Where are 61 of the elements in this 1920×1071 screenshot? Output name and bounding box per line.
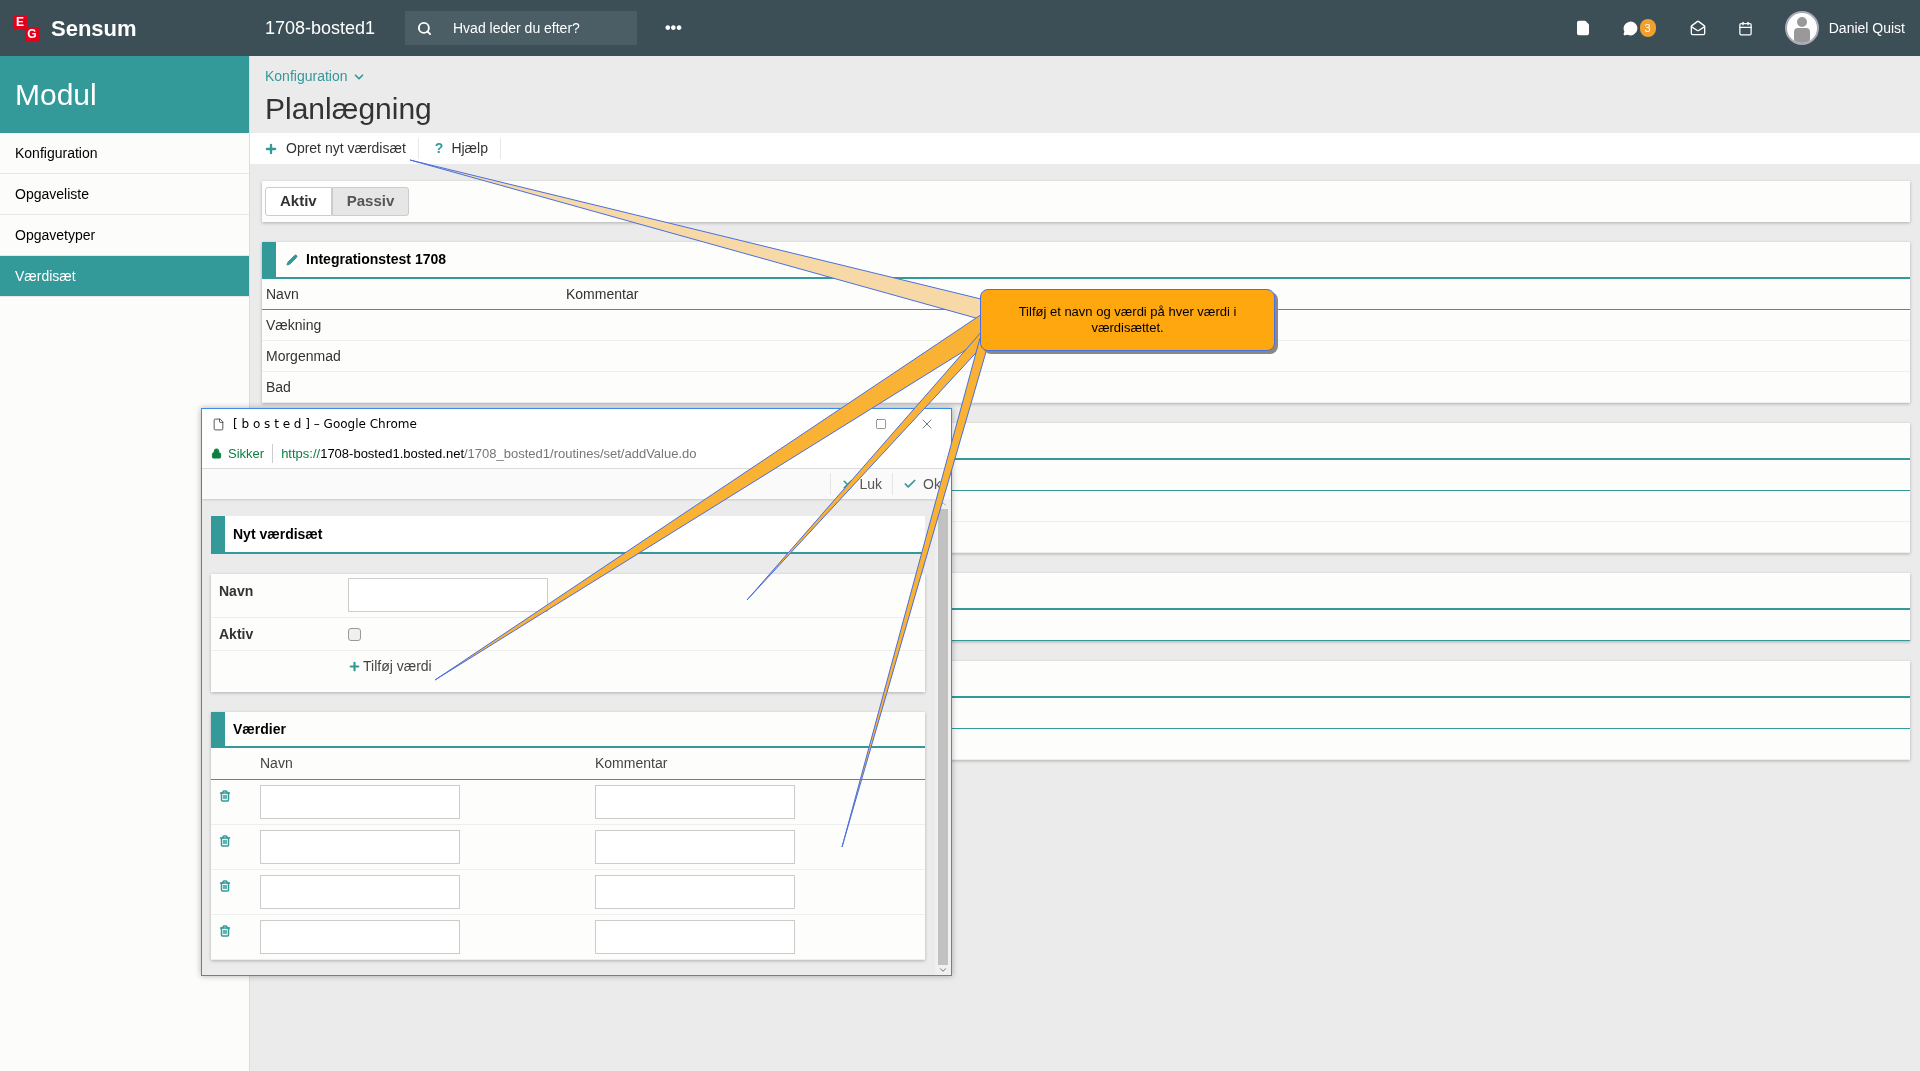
column-header: Navn bbox=[266, 284, 300, 304]
plus-icon bbox=[348, 660, 361, 673]
name-input[interactable] bbox=[348, 578, 548, 612]
search-field[interactable]: Hvad leder du efter? bbox=[405, 11, 637, 45]
callout: Tilføj et navn og værdi på hver værdi i værdisættet. bbox=[980, 289, 1275, 351]
site-name: 1708-bosted1 bbox=[265, 16, 377, 40]
chat-icon bbox=[1622, 20, 1638, 36]
trash-icon[interactable] bbox=[219, 790, 231, 802]
panel-title: Integrationstest 1708 bbox=[306, 250, 447, 269]
trash-icon[interactable] bbox=[219, 835, 231, 847]
user-name[interactable]: Daniel Quist bbox=[1828, 17, 1905, 39]
url-text: https://1708-bosted1.bosted.net/1708_bosted1/routines/set/addValue.do bbox=[281, 444, 697, 463]
edit-icon[interactable] bbox=[286, 253, 298, 266]
value-comment-input[interactable] bbox=[595, 830, 795, 864]
column-header: Navn bbox=[260, 754, 294, 773]
create-button[interactable]: Opret nyt værdisæt bbox=[262, 138, 419, 159]
sidebar-item[interactable]: Opgaveliste bbox=[0, 174, 249, 215]
chat-badge: 3 bbox=[1639, 19, 1656, 37]
tab[interactable]: Aktiv bbox=[265, 187, 332, 216]
mail-icon[interactable] bbox=[1689, 20, 1706, 36]
address-bar[interactable]: Sikker https://1708-bosted1.bosted.net/1708_bosted1/routines/set/addValue.do bbox=[202, 439, 951, 469]
calendar-icon[interactable] bbox=[1737, 20, 1753, 36]
active-checkbox[interactable] bbox=[348, 627, 361, 641]
scroll-down-icon[interactable] bbox=[938, 965, 948, 975]
plus-icon bbox=[264, 141, 278, 156]
value-name-input[interactable] bbox=[260, 920, 460, 954]
brand-name: Sensum bbox=[51, 14, 137, 43]
table-cell-text: Vækning bbox=[266, 315, 322, 335]
add-value-button[interactable]: Tilføj værdi bbox=[348, 656, 432, 677]
column-header: Kommentar bbox=[566, 284, 639, 304]
field-label: Navn bbox=[219, 582, 255, 601]
column-header: Kommentar bbox=[595, 754, 668, 773]
document-icon[interactable] bbox=[1574, 20, 1591, 36]
form-title: Nyt værdisæt bbox=[233, 524, 323, 544]
scrollbar-thumb[interactable] bbox=[938, 509, 948, 965]
search-icon bbox=[417, 21, 432, 36]
sidebar-item[interactable]: Konfiguration bbox=[0, 133, 249, 174]
field-label: Aktiv bbox=[219, 624, 255, 644]
panel-title: Værdier bbox=[233, 719, 286, 739]
window-title: [ b o s t e d ] – Google Chrome bbox=[233, 416, 417, 433]
tab[interactable]: Passiv bbox=[331, 187, 410, 216]
trash-icon[interactable] bbox=[219, 880, 231, 892]
sidebar-title: Modul bbox=[0, 56, 249, 133]
lock-icon bbox=[211, 448, 222, 459]
page-title: Planlægning bbox=[265, 91, 433, 127]
value-name-input[interactable] bbox=[260, 830, 460, 864]
value-comment-input[interactable] bbox=[595, 785, 795, 819]
table-cell-text: Bad bbox=[266, 377, 291, 397]
value-comment-input[interactable] bbox=[595, 920, 795, 954]
value-name-input[interactable] bbox=[260, 875, 460, 909]
table-cell-text: Morgenmad bbox=[266, 346, 341, 366]
more-button[interactable]: ••• bbox=[665, 16, 682, 40]
check-icon bbox=[903, 477, 918, 491]
help-button[interactable]: ? Hjælp bbox=[432, 138, 501, 159]
page-icon bbox=[212, 417, 225, 431]
maximize-icon[interactable] bbox=[875, 418, 887, 430]
value-comment-input[interactable] bbox=[595, 875, 795, 909]
security-label: Sikker bbox=[228, 443, 274, 464]
value-name-input[interactable] bbox=[260, 785, 460, 819]
avatar-icon[interactable] bbox=[1784, 11, 1819, 45]
trash-icon[interactable] bbox=[219, 925, 231, 937]
